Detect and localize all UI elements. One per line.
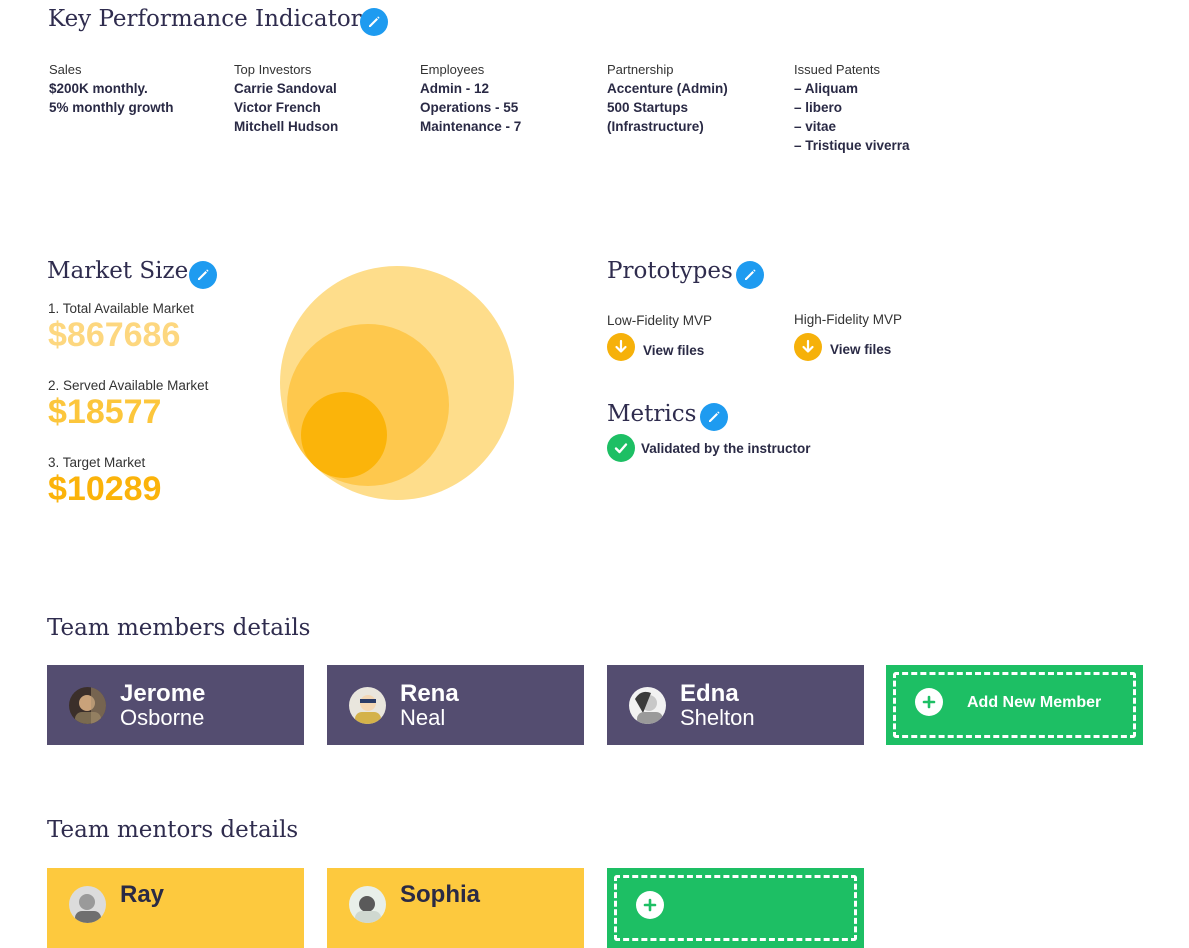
kpi-label: Partnership bbox=[607, 62, 674, 77]
market-item-total: 1. Total Available Market $867686 bbox=[48, 301, 194, 354]
kpi-value: – Tristique viverra bbox=[794, 138, 910, 153]
view-files-label: View files bbox=[643, 342, 705, 358]
market-item-served: 2. Served Available Market $18577 bbox=[48, 378, 208, 431]
team-mentor-card[interactable]: Sophia bbox=[327, 868, 584, 948]
kpi-label: Top Investors bbox=[234, 62, 312, 77]
view-files-label: View files bbox=[830, 341, 892, 357]
plus-icon bbox=[915, 688, 943, 716]
pencil-icon bbox=[198, 269, 209, 280]
member-last-name: Shelton bbox=[680, 704, 755, 730]
metrics-title: Metrics bbox=[607, 401, 697, 427]
mentor-first-name: Sophia bbox=[400, 881, 481, 908]
market-size-circles bbox=[280, 266, 514, 500]
target-market-circle bbox=[301, 392, 387, 478]
kpi-value: Victor French bbox=[234, 100, 321, 115]
pencil-icon bbox=[369, 16, 380, 27]
download-icon bbox=[607, 333, 635, 361]
kpi-label: Employees bbox=[420, 62, 485, 77]
view-files-high-link[interactable]: View files bbox=[794, 333, 891, 361]
market-size-title: Market Size bbox=[47, 258, 189, 284]
team-mentors-title: Team mentors details bbox=[47, 817, 299, 843]
kpi-value: 500 Startups bbox=[607, 100, 689, 115]
kpi-value: – vitae bbox=[794, 119, 837, 134]
prototype-label-high: High-Fidelity MVP bbox=[794, 312, 903, 327]
avatar bbox=[349, 686, 386, 724]
kpi-column-investors: Top Investors Carrie Sandoval Victor Fre… bbox=[234, 62, 409, 136]
prototype-label-low: Low-Fidelity MVP bbox=[607, 313, 713, 328]
kpi-value: Admin - 12 bbox=[420, 81, 490, 96]
prototypes-edit-button[interactable] bbox=[736, 261, 764, 289]
kpi-value: Mitchell Hudson bbox=[234, 119, 339, 134]
member-first-name: Rena bbox=[400, 679, 459, 707]
mentor-first-name: Ray bbox=[120, 881, 165, 908]
team-members-title: Team members details bbox=[47, 615, 311, 641]
kpi-value: Carrie Sandoval bbox=[234, 81, 337, 96]
check-icon bbox=[607, 434, 635, 462]
market-item-target: 3. Target Market $10289 bbox=[48, 455, 161, 508]
view-files-low-link[interactable]: View files bbox=[607, 333, 704, 361]
market-label: 2. Served Available Market bbox=[48, 378, 209, 393]
member-last-name: Neal bbox=[400, 704, 446, 730]
avatar bbox=[69, 686, 106, 724]
avatar bbox=[349, 886, 386, 923]
metrics-status-text: Validated by the instructor bbox=[641, 440, 811, 456]
market-label: 3. Target Market bbox=[48, 455, 146, 470]
kpi-column-sales: Sales $200K monthly. 5% monthly growth bbox=[49, 62, 224, 117]
market-size-edit-button[interactable] bbox=[189, 261, 217, 289]
metrics-status: Validated by the instructor bbox=[607, 434, 811, 462]
kpi-value: Operations - 55 bbox=[420, 100, 519, 115]
market-value: $10289 bbox=[48, 470, 162, 508]
add-new-member-button[interactable]: Add New Member bbox=[886, 665, 1143, 745]
metrics-edit-button[interactable] bbox=[700, 403, 728, 431]
kpi-value: $200K monthly. bbox=[49, 81, 148, 96]
member-first-name: Jerome bbox=[120, 679, 206, 707]
kpi-value: 5% monthly growth bbox=[49, 100, 174, 115]
kpi-title: Key Performance Indicators bbox=[48, 6, 374, 32]
add-new-member-label: Add New Member bbox=[967, 694, 1102, 711]
prototypes-title: Prototypes bbox=[607, 258, 733, 284]
member-first-name: Edna bbox=[680, 679, 739, 707]
team-member-card[interactable]: Edna Shelton bbox=[607, 665, 864, 745]
team-member-card[interactable]: Jerome Osborne bbox=[47, 665, 304, 745]
download-icon bbox=[794, 333, 822, 361]
market-value: $867686 bbox=[48, 316, 181, 354]
kpi-column-patents: Issued Patents – Aliquam – libero – vita… bbox=[794, 62, 994, 155]
plus-icon bbox=[636, 891, 664, 919]
kpi-label: Sales bbox=[49, 62, 82, 77]
add-new-mentor-button[interactable] bbox=[607, 868, 864, 948]
kpi-value: Accenture (Admin) bbox=[607, 81, 728, 96]
kpi-value: Maintenance - 7 bbox=[420, 119, 522, 134]
kpi-column-employees: Employees Admin - 12 Operations - 55 Mai… bbox=[420, 62, 595, 136]
member-last-name: Osborne bbox=[120, 704, 205, 730]
kpi-value: (Infrastructure) bbox=[607, 119, 704, 134]
market-value: $18577 bbox=[48, 393, 162, 431]
team-mentor-card[interactable]: Ray bbox=[47, 868, 304, 948]
kpi-label: Issued Patents bbox=[794, 62, 880, 77]
pencil-icon bbox=[745, 269, 756, 280]
market-label: 1. Total Available Market bbox=[48, 301, 194, 316]
kpi-value: – libero bbox=[794, 100, 843, 115]
avatar bbox=[69, 886, 106, 923]
avatar bbox=[629, 686, 666, 724]
kpi-edit-button[interactable] bbox=[360, 8, 388, 36]
kpi-value: – Aliquam bbox=[794, 81, 859, 96]
pencil-icon bbox=[709, 411, 720, 422]
kpi-column-partnership: Partnership Accenture (Admin) 500 Startu… bbox=[607, 62, 782, 136]
team-member-card[interactable]: Rena Neal bbox=[327, 665, 584, 745]
